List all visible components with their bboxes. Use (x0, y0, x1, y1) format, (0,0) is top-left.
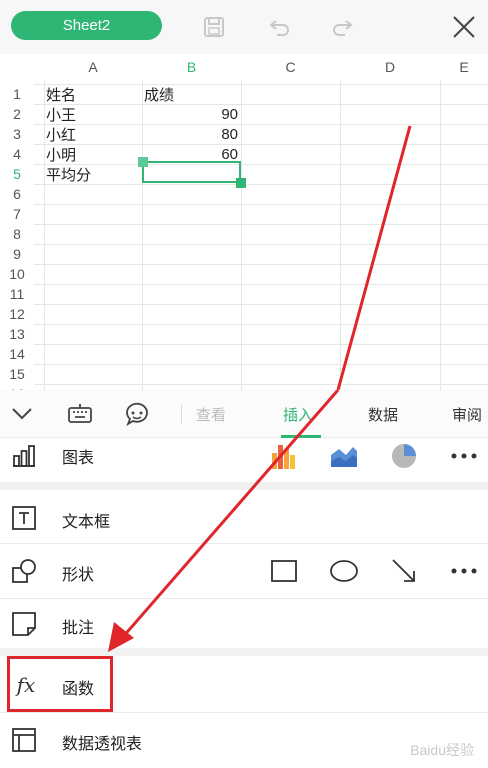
redo-icon[interactable] (328, 13, 356, 41)
top-bar: Sheet2 (0, 0, 488, 54)
sheet-tab[interactable]: Sheet2 (11, 11, 162, 40)
undo-icon[interactable] (266, 13, 294, 41)
close-icon[interactable] (450, 13, 478, 41)
pivot-table-icon (10, 726, 38, 754)
annotation-arrow (108, 390, 340, 652)
save-icon[interactable] (200, 13, 228, 41)
divider (0, 712, 488, 713)
spreadsheet-grid[interactable]: A B C D E 1 2 3 4 5 6 7 8 9 10 11 12 13 … (0, 54, 488, 390)
annotation-arrow-line (336, 125, 412, 390)
annotation-highlight-box (7, 656, 113, 712)
watermark: Baidu经验 (410, 742, 474, 758)
menu-item-label: 数据透视表 (62, 734, 143, 753)
